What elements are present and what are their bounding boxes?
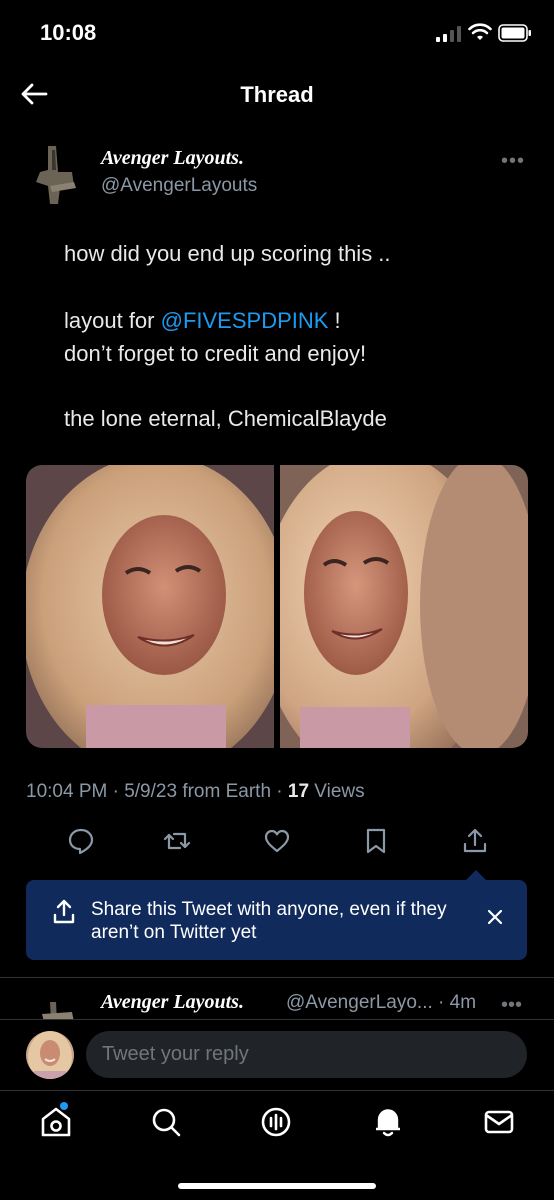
notifications-icon[interactable]: [370, 1104, 406, 1140]
divider: [0, 1090, 554, 1091]
tweet-meta: 10:04 PM · 5/9/23 from Earth · 17 Views: [26, 781, 365, 803]
tweet-media-grid: [26, 465, 528, 748]
tweet-text-line: the lone eternal, ChemicalBlayde: [64, 406, 387, 431]
reply-author-avatar[interactable]: [36, 992, 82, 1022]
author-handle[interactable]: @AvengerLayouts: [101, 175, 257, 197]
like-icon[interactable]: [262, 826, 292, 856]
toast-message: Share this Tweet with anyone, even if th…: [91, 899, 447, 943]
tweet-text-line: don’t forget to credit and enjoy!: [64, 341, 367, 366]
tweet-text-line: layout for @FIVESPDPINK !: [64, 308, 341, 334]
share-icon: [53, 899, 75, 924]
home-icon[interactable]: [38, 1104, 74, 1140]
user-avatar[interactable]: [26, 1031, 74, 1079]
notification-dot: [60, 1102, 68, 1110]
divider: [0, 1019, 554, 1020]
wifi-icon: [468, 23, 492, 40]
close-icon[interactable]: [484, 906, 506, 928]
tweet-text-segment: !: [328, 308, 341, 333]
tweet-text-segment: layout for: [64, 308, 161, 333]
reply-input[interactable]: [86, 1031, 527, 1078]
bookmark-icon[interactable]: [361, 826, 391, 856]
home-indicator[interactable]: [178, 1183, 376, 1189]
author-name[interactable]: Avenger Layouts.: [101, 147, 244, 170]
retweet-icon[interactable]: [162, 826, 192, 856]
share-icon[interactable]: [460, 826, 490, 856]
status-time: 10:08: [40, 20, 97, 45]
author-avatar[interactable]: [34, 142, 86, 208]
more-options-icon[interactable]: •••: [501, 994, 522, 1017]
spaces-icon[interactable]: [258, 1104, 294, 1140]
mention-link[interactable]: @FIVESPDPINK: [161, 308, 329, 333]
tweet-timestamp: 10:04 PM · 5/9/23 from Earth ·: [26, 781, 288, 802]
reply-handle-time: @AvengerLayo... · 4m: [286, 992, 477, 1013]
tweet-text-line: how did you end up scoring this ..: [64, 241, 391, 266]
tweet-photo-1[interactable]: [26, 465, 274, 748]
signal-icon: [436, 26, 461, 42]
tweet-photo-2[interactable]: [280, 465, 528, 748]
page-title: Thread: [240, 82, 314, 107]
battery-icon: [498, 24, 531, 42]
views-count: 17: [287, 781, 310, 802]
reply-author-name[interactable]: Avenger Layouts.: [101, 991, 244, 1014]
views-label: Views: [309, 781, 365, 802]
divider: [0, 977, 554, 978]
reply-icon[interactable]: [66, 826, 96, 856]
search-icon[interactable]: [148, 1104, 184, 1140]
more-options-icon[interactable]: •••: [501, 150, 525, 173]
messages-icon[interactable]: [481, 1104, 517, 1140]
